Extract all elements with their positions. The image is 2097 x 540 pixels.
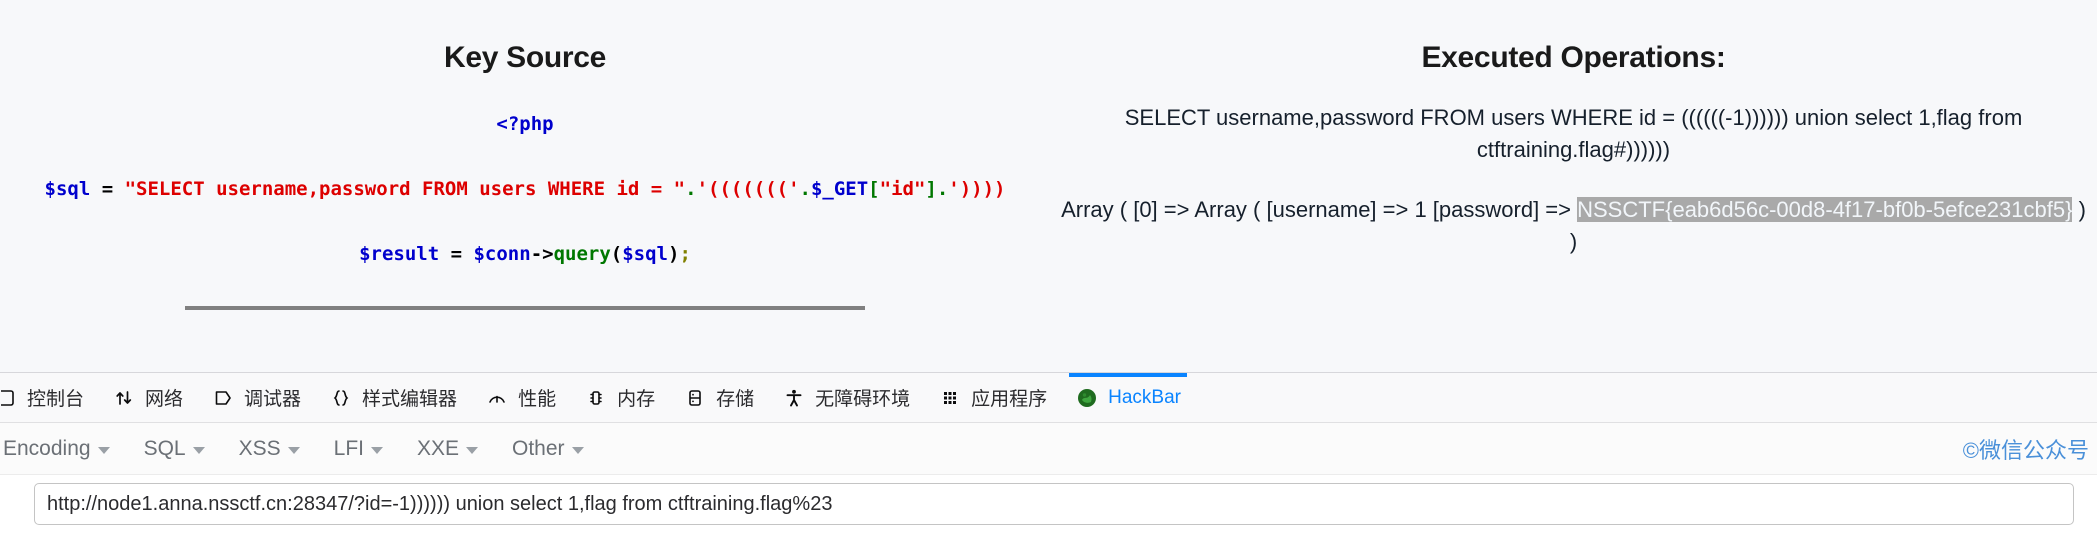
sql-open-parens-literal: '(((((((' [696, 178, 800, 200]
grid-apps-icon [938, 386, 962, 410]
query-argument: $sql [622, 243, 668, 265]
tab-debugger-label: 调试器 [244, 389, 302, 410]
hackbar-url-row [0, 475, 2097, 525]
screenshot-root: Key Source <?php $sql = "SELECT username… [0, 0, 2097, 540]
chevron-down-icon [466, 446, 479, 454]
tab-hackbar[interactable]: HackBar [1061, 373, 1195, 422]
tab-application[interactable]: 应用程序 [924, 373, 1061, 422]
sql-close-parens-literal: ')))) [948, 178, 1006, 200]
hackbar-menu-xss-label: XSS [238, 436, 281, 460]
network-arrows-icon [112, 386, 136, 410]
sql-string-literal: "SELECT username,password FROM users WHE… [124, 178, 686, 200]
hackbar-menu-encoding[interactable]: Encoding [0, 437, 127, 461]
devtools-panel: 控制台 网络 调试器 样式编辑器 性能 内存 存储 无障碍环境 应用程序 Hac… [0, 372, 2097, 540]
hackbar-menu-sql-label: SQL [143, 436, 186, 460]
query-paren-open: ( [610, 243, 623, 265]
url-input[interactable] [34, 483, 2074, 525]
tab-network[interactable]: 网络 [98, 373, 197, 422]
query-execution-line: $result = $conn->query($sql); [0, 245, 1050, 264]
executed-sql-statement: SELECT username,password FROM users WHER… [1124, 105, 2023, 162]
hackbar-menu-xxe-label: XXE [416, 436, 460, 460]
console-icon [0, 386, 18, 410]
wechat-watermark: ©微信公众号 [1962, 437, 2089, 463]
web-page-content: Key Source <?php $sql = "SELECT username… [0, 0, 2097, 372]
tab-hackbar-label: HackBar [1108, 386, 1181, 408]
tab-style-editor[interactable]: 样式编辑器 [315, 373, 471, 422]
query-paren-close: ) [668, 243, 680, 265]
tab-accessibility-label: 无障碍环境 [815, 389, 911, 410]
hackbar-menu-xss[interactable]: XSS [222, 437, 317, 461]
result-equals: = [439, 243, 474, 265]
devtools-tabbar: 控制台 网络 调试器 样式编辑器 性能 内存 存储 无障碍环境 应用程序 Hac… [0, 373, 2097, 423]
sql-get-superglobal: $_GET [810, 178, 869, 200]
key-source-title: Key Source [443, 41, 607, 74]
tab-console[interactable]: 控制台 [0, 373, 98, 422]
conn-variable: $conn [473, 243, 531, 265]
chevron-down-icon [571, 446, 584, 454]
tab-console-label: 控制台 [27, 389, 85, 410]
accessibility-icon [782, 386, 806, 410]
storage-icon [683, 386, 707, 410]
tab-memory-label: 内存 [617, 389, 656, 410]
php-open-tag-line: <?php [0, 115, 1050, 134]
result-array-prefix: Array ( [0] => Array ( [username] => 1 [… [1061, 196, 1578, 222]
hackbar-menu-lfi-label: LFI [333, 436, 364, 460]
php-open-tag: <?php [496, 113, 554, 135]
memory-chip-icon [584, 386, 608, 410]
key-source-column: Key Source <?php $sql = "SELECT username… [0, 0, 1050, 372]
tab-performance-label: 性能 [518, 389, 557, 410]
sql-concat-dot-1: . [685, 178, 697, 200]
query-method-name: query [553, 243, 611, 265]
hackbar-menu-sql[interactable]: SQL [127, 437, 222, 461]
tab-storage-label: 存储 [716, 389, 755, 410]
object-arrow: -> [530, 243, 554, 265]
chevron-down-icon [97, 446, 110, 454]
query-result-array: Array ( [0] => Array ( [username] => 1 [… [1050, 194, 2097, 258]
tab-debugger[interactable]: 调试器 [197, 373, 315, 422]
sql-variable: $sql [44, 178, 91, 200]
flag-value-selected: NSSCTF{eab6d56c-00d8-4f17-bf0b-5efce231c… [1577, 196, 2073, 222]
debugger-icon [211, 386, 235, 410]
result-variable: $result [359, 243, 440, 265]
sql-concat-dot-3: . [936, 178, 949, 200]
performance-gauge-icon [485, 386, 509, 410]
hackbar-menu-encoding-label: Encoding [3, 436, 91, 460]
sql-bracket-open: [ [868, 178, 880, 200]
hackbar-toolbar: Encoding SQL XSS LFI XXE Other ©微信公众号 [0, 423, 2097, 475]
tab-memory[interactable]: 内存 [570, 373, 669, 422]
tab-network-label: 网络 [145, 389, 184, 410]
chevron-down-icon [370, 446, 383, 454]
tab-storage[interactable]: 存储 [669, 373, 768, 422]
sql-concat-dot-2: . [799, 178, 811, 200]
chevron-down-icon [287, 446, 300, 454]
tab-performance[interactable]: 性能 [471, 373, 570, 422]
hackbar-menu-lfi[interactable]: LFI [317, 437, 400, 461]
braces-icon [329, 386, 353, 410]
horizontal-divider [185, 306, 865, 310]
sql-bracket-close: ] [925, 178, 937, 200]
sql-equals: = [90, 178, 125, 200]
tab-application-label: 应用程序 [971, 389, 1048, 410]
chevron-down-icon [192, 446, 205, 454]
hackbar-menu-other[interactable]: Other [495, 437, 601, 461]
php-source-code: <?php $sql = "SELECT username,password F… [0, 115, 1050, 264]
hackbar-menu-other-label: Other [512, 436, 565, 460]
tab-accessibility[interactable]: 无障碍环境 [768, 373, 924, 422]
tab-style-editor-label: 样式编辑器 [362, 389, 458, 410]
executed-operations-column: Executed Operations: SELECT username,pas… [1050, 0, 2097, 372]
sql-assignment-line: $sql = "SELECT username,password FROM us… [0, 180, 1050, 199]
statement-semicolon: ; [679, 243, 691, 265]
hackbar-logo-icon [1075, 386, 1099, 410]
sql-get-key: "id" [879, 178, 926, 200]
hackbar-menu-xxe[interactable]: XXE [400, 437, 495, 461]
executed-operations-title: Executed Operations: [1421, 41, 1726, 74]
